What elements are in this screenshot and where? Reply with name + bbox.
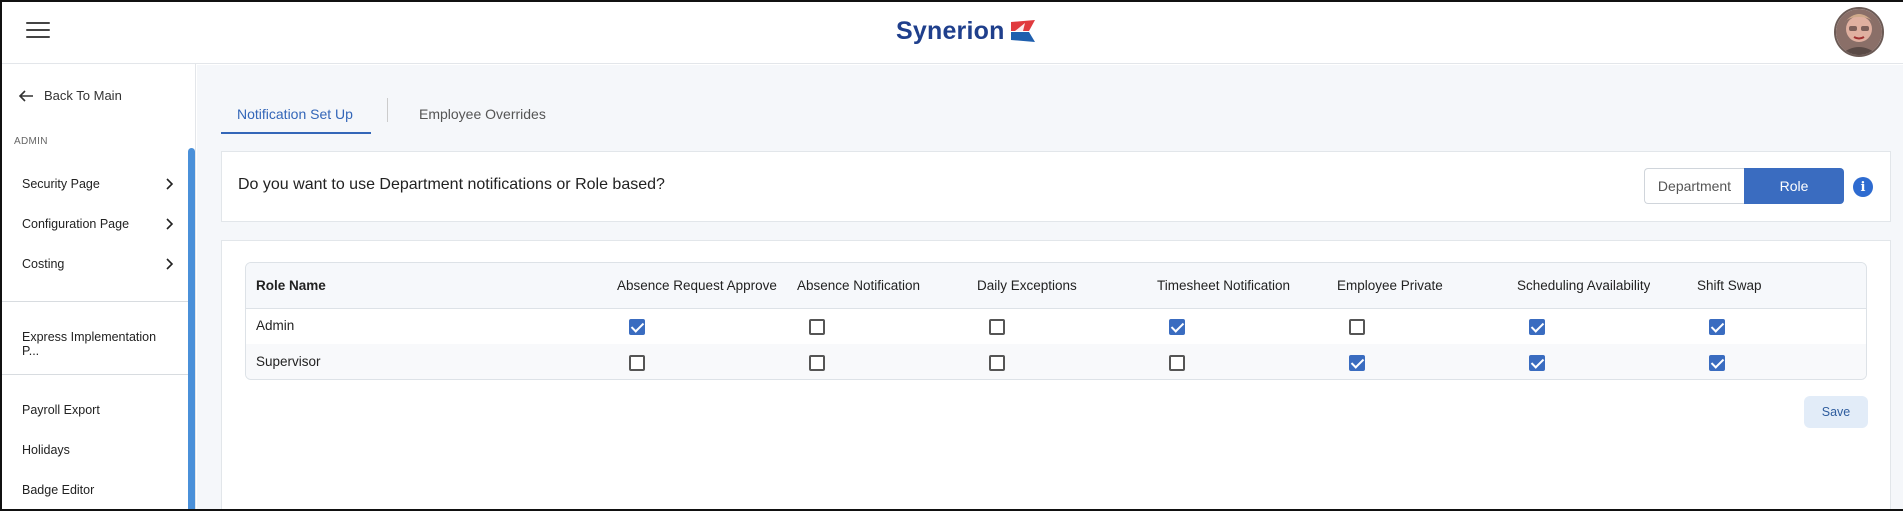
scheduling-availability-checkbox[interactable]	[1529, 355, 1545, 371]
sidebar-item-label: Badge Editor	[22, 483, 95, 497]
timesheet-notification-checkbox[interactable]	[1169, 319, 1185, 335]
sidebar-item-payroll-export[interactable]: Payroll Export	[22, 403, 174, 417]
arrow-left-icon	[18, 89, 33, 102]
absence-request-approve-checkbox[interactable]	[629, 319, 645, 335]
logo-text: Synerion	[896, 16, 1005, 45]
back-to-main-link[interactable]: Back To Main	[18, 88, 122, 103]
table-row: Admin	[246, 308, 1866, 345]
timesheet-notification-checkbox[interactable]	[1169, 355, 1185, 371]
role-notifications-table: Role Name Absence Request Approve Absenc…	[245, 262, 1867, 380]
chevron-right-icon	[166, 258, 174, 270]
column-header-employee-private: Employee Private	[1337, 278, 1443, 293]
daily-exceptions-checkbox[interactable]	[989, 319, 1005, 335]
sidebar-section-admin: ADMIN	[14, 136, 48, 147]
sidebar-item-express-implementation[interactable]: Express Implementation P...	[22, 330, 174, 358]
role-name-cell: Supervisor	[256, 354, 321, 369]
hamburger-menu-icon[interactable]	[26, 22, 50, 42]
notification-type-question: Do you want to use Department notificati…	[238, 176, 665, 193]
sidebar-item-badge-editor[interactable]: Badge Editor	[22, 483, 174, 497]
sidebar-item-label: Security Page	[22, 177, 100, 191]
scheduling-availability-checkbox[interactable]	[1529, 319, 1545, 335]
table-header: Role Name Absence Request Approve Absenc…	[246, 263, 1866, 309]
sidebar-item-costing[interactable]: Costing	[22, 257, 174, 271]
column-header-role-name: Role Name	[256, 278, 326, 293]
sidebar-divider	[0, 301, 188, 302]
chevron-right-icon	[166, 178, 174, 190]
sidebar-scrollbar[interactable]	[188, 148, 195, 511]
save-button[interactable]: Save	[1804, 396, 1868, 428]
sidebar-item-label: Express Implementation P...	[22, 330, 157, 358]
employee-private-checkbox[interactable]	[1349, 355, 1365, 371]
sidebar-item-holidays[interactable]: Holidays	[22, 443, 174, 457]
sidebar-divider	[0, 374, 188, 375]
synerion-logo[interactable]: Synerion	[896, 16, 1037, 46]
sidebar-item-label: Costing	[22, 257, 65, 271]
shift-swap-checkbox[interactable]	[1709, 319, 1725, 335]
info-icon[interactable]: i	[1853, 177, 1873, 197]
sidebar-item-configuration-page[interactable]: Configuration Page	[22, 217, 174, 231]
user-avatar[interactable]	[1834, 7, 1884, 57]
sidebar-item-security-page[interactable]: Security Page	[22, 177, 174, 191]
tab-separator	[387, 98, 388, 122]
active-tab-indicator	[221, 132, 371, 134]
absence-notification-checkbox[interactable]	[809, 319, 825, 335]
sidebar-item-label: Configuration Page	[22, 217, 130, 231]
column-header-shift-swap: Shift Swap	[1697, 278, 1762, 293]
column-header-daily-exceptions: Daily Exceptions	[977, 278, 1077, 293]
sidebar-item-label: Holidays	[22, 443, 70, 457]
role-option-button[interactable]: Role	[1744, 168, 1844, 204]
chevron-right-icon	[166, 218, 174, 230]
column-header-absence-request-approve: Absence Request Approve	[617, 278, 777, 293]
app-header: Synerion	[0, 0, 1903, 64]
notification-type-toggle: Department Role	[1644, 168, 1844, 204]
role-name-cell: Admin	[256, 318, 295, 333]
daily-exceptions-checkbox[interactable]	[989, 355, 1005, 371]
column-header-timesheet-notification: Timesheet Notification	[1157, 278, 1291, 293]
table-row: Supervisor	[246, 344, 1866, 379]
logo-mark-icon	[1010, 20, 1035, 42]
shift-swap-checkbox[interactable]	[1709, 355, 1725, 371]
absence-notification-checkbox[interactable]	[809, 355, 825, 371]
sidebar-item-label: Payroll Export	[22, 403, 100, 417]
back-label: Back To Main	[44, 88, 122, 103]
column-header-scheduling-availability: Scheduling Availability	[1517, 278, 1651, 293]
tab-employee-overrides[interactable]: Employee Overrides	[419, 100, 546, 138]
department-option-button[interactable]: Department	[1644, 168, 1744, 204]
absence-request-approve-checkbox[interactable]	[629, 355, 645, 371]
avatar-image-icon	[1836, 9, 1882, 55]
employee-private-checkbox[interactable]	[1349, 319, 1365, 335]
column-header-absence-notification: Absence Notification	[797, 278, 921, 293]
